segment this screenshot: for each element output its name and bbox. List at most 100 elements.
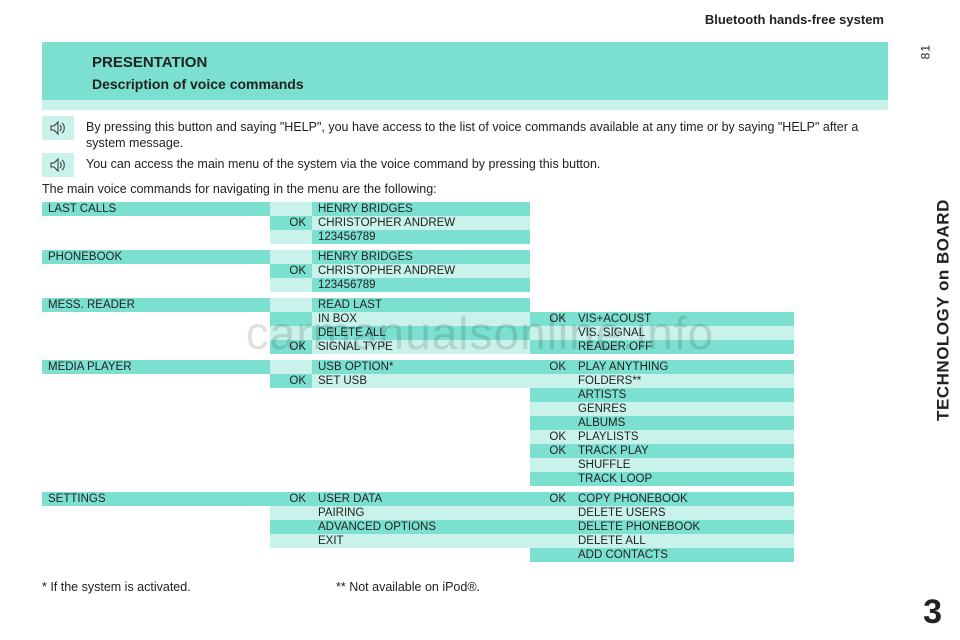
ok-cell bbox=[270, 312, 312, 326]
voice-commands-tables: LAST CALLS HENRY BRIDGES OK CHRISTOPHER … bbox=[42, 202, 888, 568]
spacer bbox=[42, 374, 270, 388]
footnote-1: * If the system is activated. bbox=[42, 580, 191, 594]
value-cell: FOLDERS** bbox=[572, 374, 794, 388]
spacer bbox=[312, 548, 530, 562]
value-cell: CHRISTOPHER ANDREW bbox=[312, 216, 530, 230]
spacer bbox=[42, 312, 270, 326]
value-cell: PAIRING bbox=[312, 506, 530, 520]
page-number: 81 bbox=[918, 44, 932, 59]
group-label: MESS. READER bbox=[42, 298, 270, 312]
spacer bbox=[270, 458, 312, 472]
value-cell: IN BOX bbox=[312, 312, 530, 326]
ok-cell bbox=[530, 534, 572, 548]
spacer bbox=[42, 534, 270, 548]
ok-cell: OK bbox=[530, 430, 572, 444]
group-media-player: MEDIA PLAYER USB OPTION* OK PLAY ANYTHIN… bbox=[42, 360, 888, 486]
group-phonebook: PHONEBOOK HENRY BRIDGES OK CHRISTOPHER A… bbox=[42, 250, 888, 292]
title-underline bbox=[42, 100, 888, 110]
spacer bbox=[42, 388, 270, 402]
spacer bbox=[312, 416, 530, 430]
value-cell: SET USB bbox=[312, 374, 530, 388]
speaker-icon bbox=[42, 116, 74, 140]
ok-cell bbox=[530, 402, 572, 416]
group-last-calls: LAST CALLS HENRY BRIDGES OK CHRISTOPHER … bbox=[42, 202, 888, 244]
ok-cell bbox=[530, 548, 572, 562]
spacer bbox=[312, 430, 530, 444]
section-vertical-label: TECHNOLOGY on BOARD bbox=[934, 199, 954, 421]
intro-text-1: By pressing this button and saying "HELP… bbox=[86, 116, 876, 151]
ok-cell bbox=[530, 326, 572, 340]
ok-cell: OK bbox=[270, 264, 312, 278]
ok-cell bbox=[530, 520, 572, 534]
ok-cell bbox=[530, 416, 572, 430]
spacer bbox=[42, 264, 270, 278]
group-label: LAST CALLS bbox=[42, 202, 270, 216]
spacer bbox=[42, 472, 270, 486]
value-cell: DELETE USERS bbox=[572, 506, 794, 520]
spacer bbox=[312, 402, 530, 416]
spacer bbox=[42, 458, 270, 472]
value-cell: EXIT bbox=[312, 534, 530, 548]
spacer bbox=[42, 230, 270, 244]
ok-cell bbox=[270, 506, 312, 520]
footnote-2: ** Not available on iPod®. bbox=[336, 580, 480, 594]
group-label: SETTINGS bbox=[42, 492, 270, 506]
ok-cell bbox=[270, 278, 312, 292]
ok-cell bbox=[530, 388, 572, 402]
spacer bbox=[312, 458, 530, 472]
spacer bbox=[312, 444, 530, 458]
value-cell: SIGNAL TYPE bbox=[312, 340, 530, 354]
ok-cell bbox=[270, 298, 312, 312]
spacer bbox=[312, 388, 530, 402]
spacer bbox=[42, 506, 270, 520]
speaker-icon bbox=[42, 153, 74, 177]
value-cell: GENRES bbox=[572, 402, 794, 416]
value-cell: ADVANCED OPTIONS bbox=[312, 520, 530, 534]
value-cell: PLAY ANYTHING bbox=[572, 360, 794, 374]
ok-cell bbox=[270, 230, 312, 244]
spacer bbox=[270, 472, 312, 486]
ok-cell: OK bbox=[530, 444, 572, 458]
value-cell: PLAYLISTS bbox=[572, 430, 794, 444]
value-cell: READER OFF bbox=[572, 340, 794, 354]
value-cell: TRACK LOOP bbox=[572, 472, 794, 486]
spacer bbox=[270, 444, 312, 458]
spacer bbox=[270, 548, 312, 562]
ok-cell bbox=[530, 472, 572, 486]
ok-cell bbox=[530, 374, 572, 388]
spacer bbox=[42, 416, 270, 430]
ok-cell bbox=[270, 520, 312, 534]
spacer bbox=[42, 216, 270, 230]
ok-cell: OK bbox=[270, 492, 312, 506]
value-cell: 123456789 bbox=[312, 278, 530, 292]
value-cell: ALBUMS bbox=[572, 416, 794, 430]
spacer bbox=[42, 548, 270, 562]
ok-cell: OK bbox=[270, 340, 312, 354]
group-settings: SETTINGS OK USER DATA OK COPY PHONEBOOK … bbox=[42, 492, 888, 562]
spacer bbox=[42, 402, 270, 416]
group-label: MEDIA PLAYER bbox=[42, 360, 270, 374]
spacer bbox=[270, 430, 312, 444]
spacer bbox=[42, 430, 270, 444]
value-cell: READ LAST bbox=[312, 298, 530, 312]
ok-cell: OK bbox=[270, 374, 312, 388]
spacer bbox=[42, 444, 270, 458]
ok-cell bbox=[530, 340, 572, 354]
value-cell: HENRY BRIDGES bbox=[312, 250, 530, 264]
breadcrumb-system-name: Bluetooth hands-free system bbox=[705, 12, 884, 27]
intro-text-2: You can access the main menu of the syst… bbox=[86, 153, 600, 172]
ok-cell: OK bbox=[270, 216, 312, 230]
page-subtitle: Description of voice commands bbox=[92, 76, 304, 92]
value-cell: TRACK PLAY bbox=[572, 444, 794, 458]
group-label: PHONEBOOK bbox=[42, 250, 270, 264]
spacer bbox=[270, 388, 312, 402]
value-cell: DELETE ALL bbox=[572, 534, 794, 548]
spacer bbox=[42, 340, 270, 354]
spacer bbox=[42, 278, 270, 292]
value-cell: HENRY BRIDGES bbox=[312, 202, 530, 216]
value-cell: ARTISTS bbox=[572, 388, 794, 402]
value-cell: DELETE PHONEBOOK bbox=[572, 520, 794, 534]
value-cell: SHUFFLE bbox=[572, 458, 794, 472]
spacer bbox=[312, 472, 530, 486]
value-cell: COPY PHONEBOOK bbox=[572, 492, 794, 506]
